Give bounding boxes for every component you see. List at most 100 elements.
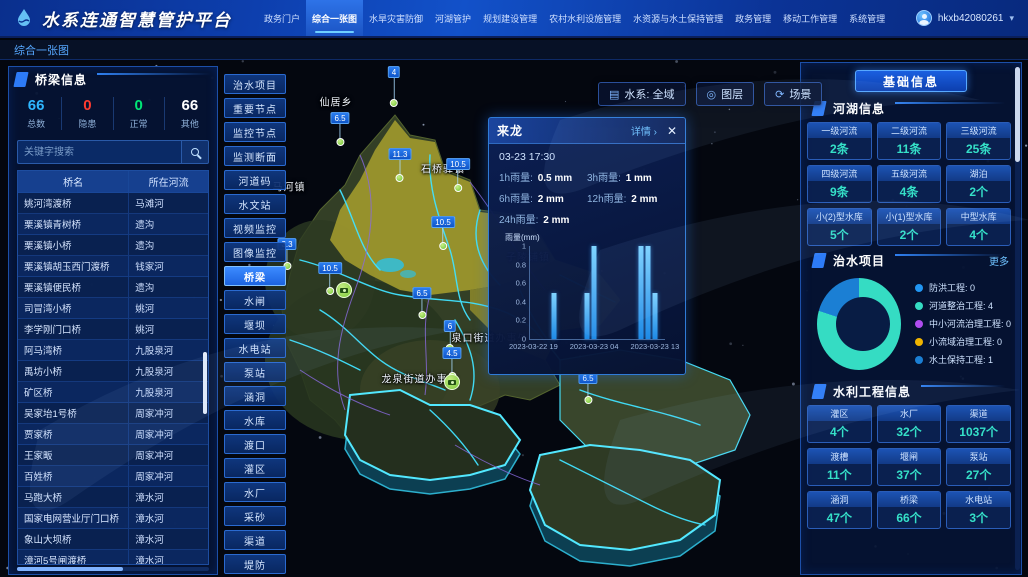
popup-header: 来龙 详情 › ✕ [489, 118, 685, 144]
layer-item-水厂[interactable]: 水厂 [224, 482, 286, 502]
nav-item-水资源与水土保持管理[interactable]: 水资源与水土保持管理 [627, 0, 729, 36]
river-cell: 周家冲河 [128, 403, 208, 423]
table-row[interactable]: 禹坊小桥九股泉河 [18, 361, 208, 382]
basic-info-button[interactable]: 基础信息 [855, 70, 967, 92]
river-cell: 周家冲河 [128, 466, 208, 486]
right-panel-scrollbar[interactable] [1015, 67, 1020, 570]
river-cell: 九股泉河 [128, 382, 208, 402]
chart-y-tick: 0.6 [516, 279, 526, 288]
table-row[interactable]: 司冒湾小桥姚河 [18, 298, 208, 319]
map-control-场景[interactable]: ⟳场景 [764, 82, 822, 106]
map-marker[interactable]: 6.5 [578, 372, 597, 404]
map-control-图层[interactable]: ◎图层 [696, 82, 755, 106]
table-row[interactable]: 栗溪镇青树桥遗沟 [18, 214, 208, 235]
layer-item-渠道[interactable]: 渠道 [224, 530, 286, 550]
map-control-水系: 全域[interactable]: ▤水系: 全域 [598, 82, 686, 106]
card-label: 泵站 [947, 449, 1010, 464]
section-line [895, 102, 1005, 104]
layer-item-涵洞[interactable]: 涵洞 [224, 386, 286, 406]
map-marker[interactable]: 6.5 [330, 112, 349, 146]
stat-value: 0 [114, 97, 164, 114]
layer-item-河道码[interactable]: 河道码 [224, 170, 286, 190]
map-marker[interactable]: 10.5 [446, 158, 470, 192]
nav-item-移动工作管理[interactable]: 移动工作管理 [777, 0, 843, 36]
table-header-row: 桥名所在河流 [18, 171, 208, 193]
card-label: 水厂 [878, 406, 941, 421]
layer-item-堰坝[interactable]: 堰坝 [224, 314, 286, 334]
bridge-name-cell: 象山大坝桥 [18, 532, 128, 546]
layer-item-视频监控[interactable]: 视频监控 [224, 218, 286, 238]
map-marker[interactable]: 6.5 [412, 287, 431, 319]
table-row[interactable]: 马跑大桥漳水河 [18, 487, 208, 508]
nav-item-系统管理[interactable]: 系统管理 [843, 0, 891, 36]
table-row[interactable]: 王家畈周家冲河 [18, 445, 208, 466]
table-row[interactable]: 象山大坝桥漳水河 [18, 529, 208, 550]
layer-item-桥梁[interactable]: 桥梁 [224, 266, 286, 286]
table-row[interactable]: 吴家坮1号桥周家冲河 [18, 403, 208, 424]
table-row[interactable]: 栗溪镇小桥遗沟 [18, 235, 208, 256]
river-cell: 遗沟 [128, 235, 208, 255]
user-menu[interactable]: hkxb42080261 ▾ [916, 10, 1014, 26]
nav-item-政务门户[interactable]: 政务门户 [258, 0, 306, 36]
layer-item-监测断面[interactable]: 监测断面 [224, 146, 286, 166]
layer-item-图像监控[interactable]: 图像监控 [224, 242, 286, 262]
layers-icon: ◎ [707, 88, 717, 101]
table-row[interactable]: 贾家桥周家冲河 [18, 424, 208, 445]
camera-marker-icon[interactable] [444, 374, 460, 390]
layer-item-泵站[interactable]: 泵站 [224, 362, 286, 382]
nav-item-综合一张图[interactable]: 综合一张图 [306, 0, 363, 36]
nav-item-水旱灾害防御[interactable]: 水旱灾害防御 [363, 0, 429, 36]
nav-item-农村水利设施管理[interactable]: 农村水利设施管理 [543, 0, 627, 36]
layer-item-渡口[interactable]: 渡口 [224, 434, 286, 454]
search-input[interactable] [17, 140, 181, 164]
nav-item-政务管理[interactable]: 政务管理 [729, 0, 777, 36]
layer-item-堤防[interactable]: 堤防 [224, 554, 286, 574]
close-icon[interactable]: ✕ [667, 125, 677, 137]
card-value: 25条 [947, 138, 1010, 159]
river-cell: 遗沟 [128, 214, 208, 234]
bridge-name-cell: 贾家桥 [18, 427, 128, 441]
layer-item-水闸[interactable]: 水闸 [224, 290, 286, 310]
popup-body: 03-23 17:30 1h雨量: 0.5 mm3h雨量: 1 mm6h雨量: … [489, 144, 685, 356]
bridge-name-cell: 王家畈 [18, 448, 128, 462]
map-marker[interactable]: 4 [388, 66, 400, 107]
table-row[interactable]: 阿马湾桥九股泉河 [18, 340, 208, 361]
table-row[interactable]: 矿区桥九股泉河 [18, 382, 208, 403]
table-row[interactable]: 漳河5号闸渡桥漳水河 [18, 550, 208, 565]
layer-item-重要节点[interactable]: 重要节点 [224, 98, 286, 118]
bridge-stat: 0正常 [114, 97, 165, 130]
water-project-section: 治水项目 更多 防洪工程: 0河道整治工程: 4中小河流治理工程: 0小流域治理… [807, 248, 1011, 371]
table-row[interactable]: 栗溪镇胡玉西门渡桥钱家河 [18, 256, 208, 277]
info-card-一级河流: 一级河流2条 [807, 122, 872, 160]
table-row[interactable]: 姚河湾渡桥马滩河 [18, 193, 208, 214]
table-vertical-scrollbar[interactable] [203, 352, 207, 414]
search-button[interactable] [181, 140, 209, 164]
section-corner-icon [811, 384, 826, 399]
bridge-table[interactable]: 桥名所在河流姚河湾渡桥马滩河栗溪镇青树桥遗沟栗溪镇小桥遗沟栗溪镇胡玉西门渡桥钱家… [17, 170, 209, 565]
table-horizontal-scrollbar[interactable] [17, 567, 209, 571]
camera-marker-icon[interactable] [336, 282, 352, 298]
nav-item-规划建设管理[interactable]: 规划建设管理 [477, 0, 543, 36]
table-row[interactable]: 李学刚门口桥姚河 [18, 319, 208, 340]
marker-value-chip: 10.5 [446, 158, 470, 170]
breadcrumb[interactable]: 综合一张图 [14, 42, 69, 58]
layer-item-采砂[interactable]: 采砂 [224, 506, 286, 526]
more-link[interactable]: 更多 [989, 253, 1009, 268]
info-card-泵站: 泵站27个 [946, 448, 1011, 486]
map-marker[interactable]: 11.3 [389, 148, 412, 182]
layer-item-灌区[interactable]: 灌区 [224, 458, 286, 478]
river-cell: 漳水河 [128, 487, 208, 507]
layer-item-水库[interactable]: 水库 [224, 410, 286, 430]
layer-item-水电站[interactable]: 水电站 [224, 338, 286, 358]
marker-stem [340, 124, 341, 139]
table-row[interactable]: 百姓桥周家冲河 [18, 466, 208, 487]
table-row[interactable]: 栗溪镇便民桥遗沟 [18, 277, 208, 298]
map-marker[interactable]: 10.5 [431, 216, 455, 250]
layer-item-监控节点[interactable]: 监控节点 [224, 122, 286, 142]
detail-link[interactable]: 详情 › [631, 123, 657, 138]
project-section-title: 治水项目 [833, 252, 885, 269]
layer-item-治水项目[interactable]: 治水项目 [224, 74, 286, 94]
nav-item-河湖管护[interactable]: 河湖管护 [429, 0, 477, 36]
table-row[interactable]: 国家电网营业厅门口桥漳水河 [18, 508, 208, 529]
layer-item-水文站[interactable]: 水文站 [224, 194, 286, 214]
